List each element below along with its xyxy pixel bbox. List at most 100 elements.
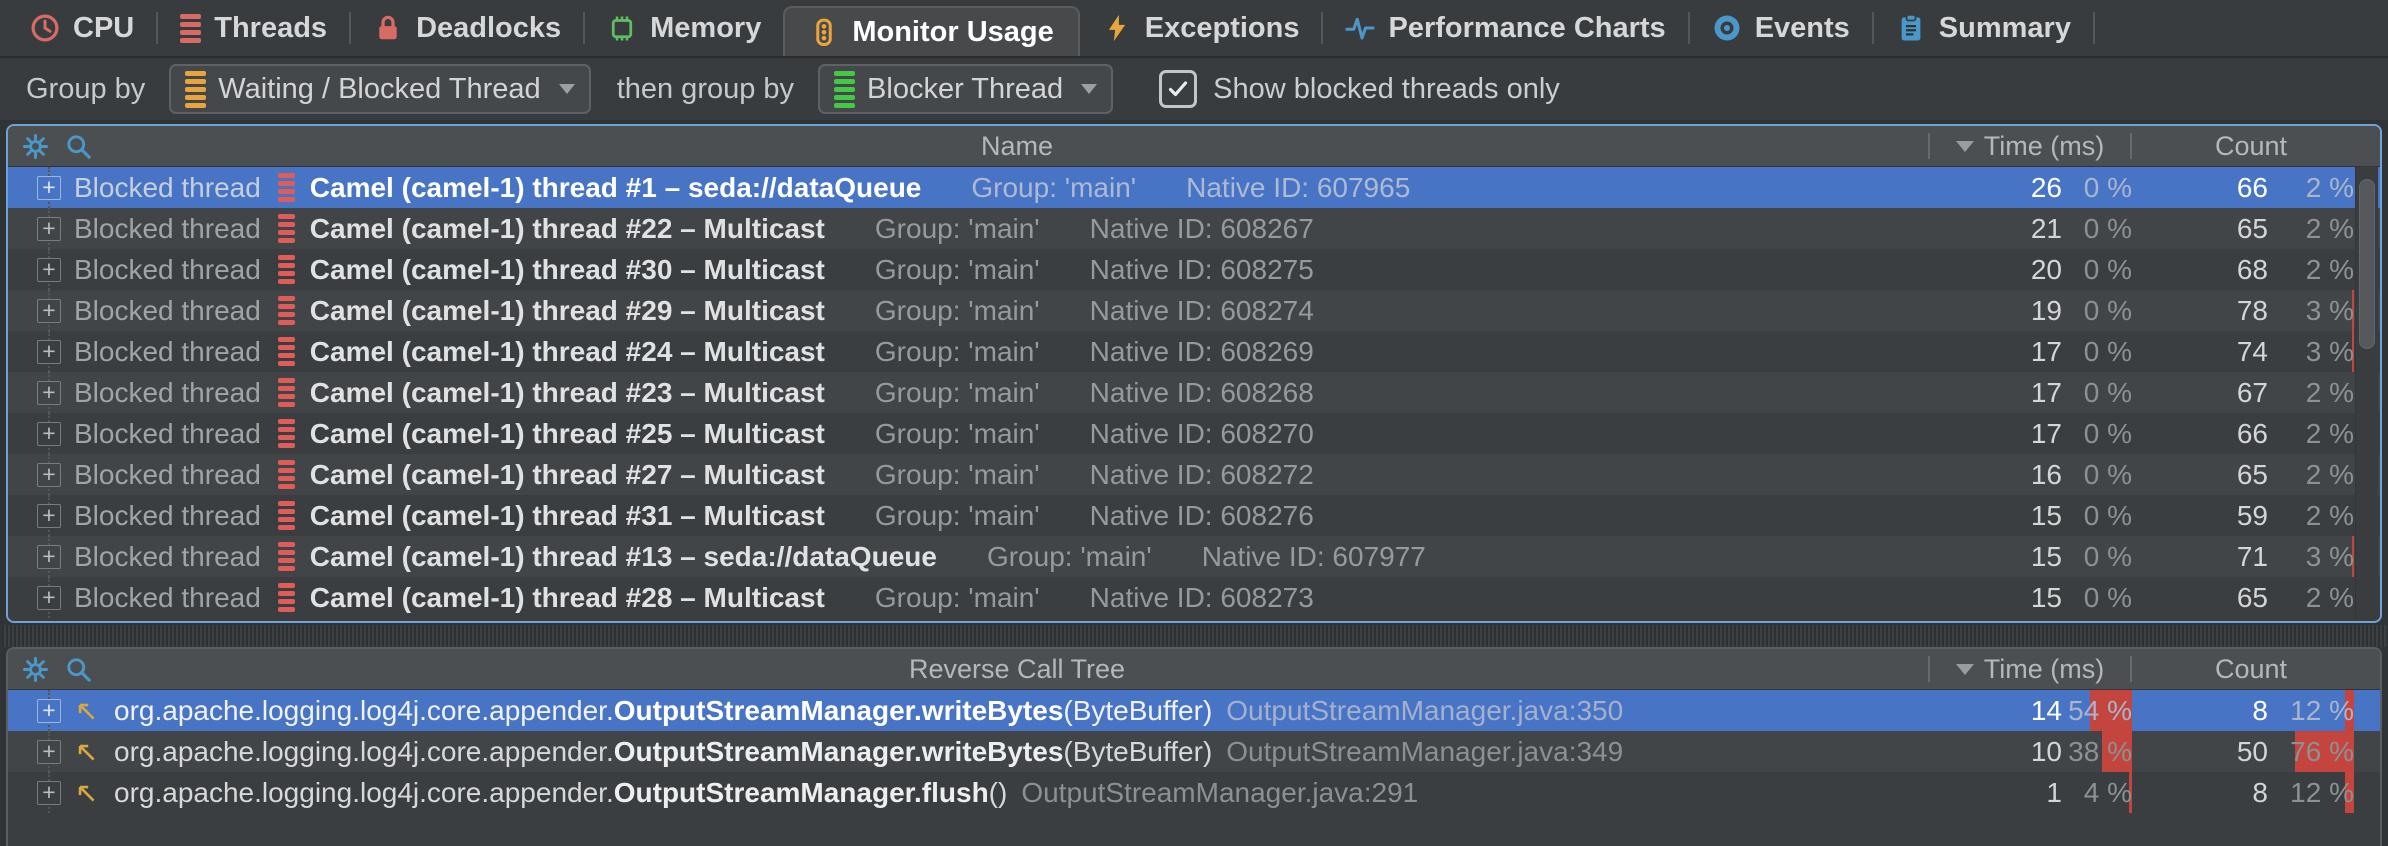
checkmark-icon <box>1166 77 1190 101</box>
dropdown-value: Blocker Thread <box>867 73 1063 106</box>
sort-descending-icon <box>1956 664 1974 675</box>
row-prefix: Blocked thread <box>74 541 261 573</box>
thread-group: Group: 'main' <box>875 213 1040 245</box>
time-cell: 260 % <box>1932 167 2132 208</box>
expand-icon[interactable]: + <box>37 781 61 805</box>
count-cell: 5076 % <box>2132 731 2380 772</box>
thread-bars-green-icon <box>834 71 855 108</box>
blocked-thread-row[interactable]: + Blocked thread Camel (camel-1) thread … <box>8 208 2380 249</box>
then-group-by-label: then group by <box>617 73 794 106</box>
time-cell: 150 % <box>1932 536 2132 577</box>
expand-icon[interactable]: + <box>37 699 61 723</box>
tab-performance-charts[interactable]: Performance Charts <box>1323 0 1687 56</box>
blocked-thread-row[interactable]: + Blocked thread Camel (camel-1) thread … <box>8 536 2380 577</box>
thread-group: Group: 'main' <box>875 459 1040 491</box>
time-cell: 200 % <box>1932 249 2132 290</box>
thread-native-id: Native ID: 608272 <box>1090 459 1314 491</box>
thread-native-id: Native ID: 608269 <box>1090 336 1314 368</box>
expand-icon[interactable]: + <box>37 504 61 528</box>
count-cell: 812 % <box>2132 690 2380 731</box>
tab-label: Performance Charts <box>1388 12 1665 45</box>
thread-group: Group: 'main' <box>875 418 1040 450</box>
call-tree-row[interactable]: + org.apache.logging.log4j.core.appender… <box>8 690 2380 731</box>
time-cell: 150 % <box>1932 577 2132 618</box>
time-cell: 1038 % <box>1932 731 2132 772</box>
panel-splitter[interactable] <box>2 625 2386 647</box>
row-prefix: Blocked thread <box>74 459 261 491</box>
thread-icon <box>278 255 295 284</box>
column-header-name[interactable]: Name <box>106 131 1928 162</box>
expand-icon[interactable]: + <box>37 299 61 323</box>
row-prefix: Blocked thread <box>74 582 261 614</box>
expand-icon[interactable]: + <box>37 463 61 487</box>
expand-icon[interactable]: + <box>37 340 61 364</box>
thread-group: Group: 'main' <box>875 582 1040 614</box>
expand-icon[interactable]: + <box>37 740 61 764</box>
count-cell: 652 % <box>2132 208 2380 249</box>
vertical-scrollbar[interactable] <box>2355 167 2378 619</box>
search-icon[interactable] <box>65 656 92 683</box>
expand-icon[interactable]: + <box>37 258 61 282</box>
dropdown-value: Waiting / Blocked Thread <box>218 73 540 106</box>
thread-native-id: Native ID: 608267 <box>1090 213 1314 245</box>
blocked-thread-row[interactable]: + Blocked thread Camel (camel-1) thread … <box>8 167 2380 208</box>
blocked-thread-row[interactable]: + Blocked thread Camel (camel-1) thread … <box>8 413 2380 454</box>
column-header-count[interactable]: Count <box>2132 654 2380 685</box>
gear-icon[interactable] <box>22 133 49 160</box>
tab-cpu[interactable]: CPU <box>8 0 156 56</box>
blocked-thread-row[interactable]: + Blocked thread Camel (camel-1) thread … <box>8 454 2380 495</box>
tab-monitor-usage[interactable]: Monitor Usage <box>783 6 1079 56</box>
pulse-icon <box>1345 13 1375 43</box>
back-trace-arrow-icon <box>73 739 99 765</box>
expand-icon[interactable]: + <box>37 586 61 610</box>
blocked-thread-row[interactable]: + Blocked thread Camel (camel-1) thread … <box>8 290 2380 331</box>
thread-icon <box>278 337 295 366</box>
column-header-name[interactable]: Reverse Call Tree <box>106 654 1928 685</box>
tab-threads[interactable]: Threads <box>158 0 349 56</box>
blocked-thread-row[interactable]: + Blocked thread Camel (camel-1) thread … <box>8 577 2380 618</box>
column-header-time[interactable]: Time (ms) <box>1930 131 2130 162</box>
tab-label: Exceptions <box>1145 12 1300 45</box>
sort-descending-icon <box>1956 141 1974 152</box>
group-by-dropdown[interactable]: Waiting / Blocked Thread <box>169 64 590 114</box>
call-tree-row[interactable]: + org.apache.logging.log4j.core.appender… <box>8 731 2380 772</box>
expand-icon[interactable]: + <box>37 176 61 200</box>
expand-icon[interactable]: + <box>37 381 61 405</box>
blocked-threads-table: Name Time (ms) Count + Blocked thread Ca… <box>6 124 2382 623</box>
blocked-threads-rows: + Blocked thread Camel (camel-1) thread … <box>8 167 2380 618</box>
tab-events[interactable]: Events <box>1690 0 1872 56</box>
time-cell: 1454 % <box>1932 690 2132 731</box>
blocked-thread-row[interactable]: + Blocked thread Camel (camel-1) thread … <box>8 331 2380 372</box>
expand-icon[interactable]: + <box>37 545 61 569</box>
thread-icon <box>278 583 295 612</box>
tab-exceptions[interactable]: Exceptions <box>1080 0 1322 56</box>
scrollbar-thumb[interactable] <box>2359 179 2375 349</box>
thread-icon <box>278 214 295 243</box>
tab-summary[interactable]: Summary <box>1874 0 2093 56</box>
source-location: OutputStreamManager.java:291 <box>1021 777 1418 809</box>
tab-memory[interactable]: Memory <box>585 0 783 56</box>
blocked-thread-row[interactable]: + Blocked thread Camel (camel-1) thread … <box>8 372 2380 413</box>
show-blocked-threads-checkbox[interactable] <box>1159 70 1197 108</box>
time-cell: 190 % <box>1932 290 2132 331</box>
then-group-by-dropdown[interactable]: Blocker Thread <box>818 64 1113 114</box>
blocked-thread-row[interactable]: + Blocked thread Camel (camel-1) thread … <box>8 249 2380 290</box>
tab-label: Threads <box>214 12 327 45</box>
column-header-time[interactable]: Time (ms) <box>1930 654 2130 685</box>
back-trace-arrow-icon <box>73 698 99 724</box>
row-prefix: Blocked thread <box>74 336 261 368</box>
column-header-count[interactable]: Count <box>2132 131 2380 162</box>
thread-native-id: Native ID: 608274 <box>1090 295 1314 327</box>
expand-icon[interactable]: + <box>37 217 61 241</box>
search-icon[interactable] <box>65 133 92 160</box>
thread-name: Camel (camel-1) thread #31 – Multicast <box>310 500 825 532</box>
tab-label: Deadlocks <box>416 12 561 45</box>
blocked-thread-row[interactable]: + Blocked thread Camel (camel-1) thread … <box>8 495 2380 536</box>
call-tree-row[interactable]: + org.apache.logging.log4j.core.appender… <box>8 772 2380 813</box>
tab-deadlocks[interactable]: Deadlocks <box>351 0 583 56</box>
gear-icon[interactable] <box>22 656 49 683</box>
thread-native-id: Native ID: 608273 <box>1090 582 1314 614</box>
thread-group: Group: 'main' <box>875 377 1040 409</box>
time-cell: 160 % <box>1932 454 2132 495</box>
expand-icon[interactable]: + <box>37 422 61 446</box>
